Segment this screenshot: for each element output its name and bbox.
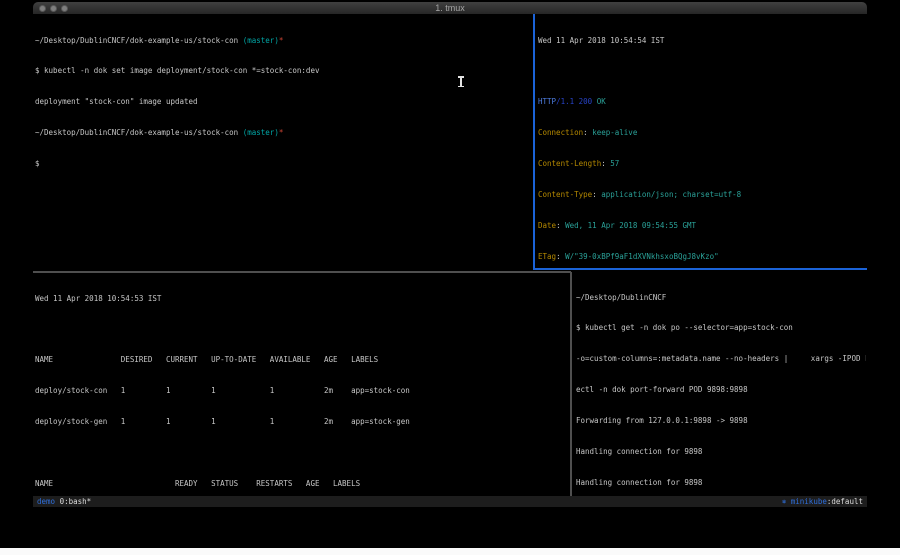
close-button[interactable] xyxy=(39,5,46,12)
session-name: demo xyxy=(37,497,55,506)
kube-helm-icon: ⎈ xyxy=(782,497,791,506)
git-branch: (master) xyxy=(243,36,279,45)
http-keyword: HTTP xyxy=(538,97,556,106)
pods-header: NAME READY STATUS RESTARTS AGE LABELS xyxy=(35,479,569,489)
deployments-header: NAME DESIRED CURRENT UP-TO-DATE AVAILABL… xyxy=(35,355,569,365)
kube-namespace: default xyxy=(831,497,863,506)
prompt-path: ~/Desktop/DublinCNCF/dok-example-us/stoc… xyxy=(35,36,243,45)
git-dirty-flag: * xyxy=(279,36,284,45)
git-branch: (master) xyxy=(243,128,279,137)
kube-cluster: minikube xyxy=(791,497,827,506)
prompt-line: ~/Desktop/DublinCNCF/dok-example-us/stoc… xyxy=(35,36,531,46)
pane-divider-vertical-top[interactable] xyxy=(533,14,535,269)
http-header-line: Date: Wed, 11 Apr 2018 09:54:55 GMT xyxy=(538,221,866,231)
command-line: $ kubectl get -n dok po --selector=app=s… xyxy=(576,323,866,333)
prompt-line: ~/Desktop/DublinCNCF xyxy=(576,293,866,303)
http-header-line: Content-Type: application/json; charset=… xyxy=(538,190,866,200)
prompt-line: ~/Desktop/DublinCNCF/dok-example-us/stoc… xyxy=(35,128,531,138)
output-line: deployment "stock-con" image updated xyxy=(35,97,531,107)
http-reason: OK xyxy=(597,97,606,106)
http-header-line: Content-Length: 57 xyxy=(538,159,866,169)
terminal-screen: 1. tmux ~/Desktop/DublinCNCF/dok-example… xyxy=(0,0,900,548)
pane-top-right[interactable]: Wed 11 Apr 2018 10:54:54 IST HTTP/1.1 20… xyxy=(538,15,866,266)
blank-line xyxy=(35,324,569,334)
http-version: /1.1 200 xyxy=(556,97,597,106)
git-dirty-flag: * xyxy=(279,128,284,137)
timestamp: Wed 11 Apr 2018 10:54:53 IST xyxy=(35,294,569,304)
prompt-line: $ xyxy=(35,159,531,169)
blank-line xyxy=(538,66,866,76)
pane-bottom-left[interactable]: Wed 11 Apr 2018 10:54:53 IST NAME DESIRE… xyxy=(35,273,569,494)
http-status-line: HTTP/1.1 200 OK xyxy=(538,97,866,107)
deployments-row: deploy/stock-gen 1 1 1 1 2m app=stock-ge… xyxy=(35,417,569,427)
http-header-line: ETag: W/"39-0xBPf9aF1dXVNkhsxoBQgJ8vKzo" xyxy=(538,252,866,262)
deployments-row: deploy/stock-con 1 1 1 1 2m app=stock-co… xyxy=(35,386,569,396)
window-title: 1. tmux xyxy=(33,2,867,14)
prompt-path: ~/Desktop/DublinCNCF/dok-example-us/stoc… xyxy=(35,128,243,137)
minimize-button[interactable] xyxy=(50,5,57,12)
window-titlebar: 1. tmux xyxy=(33,2,867,14)
command-line: -o=custom-columns=:metadata.name --no-he… xyxy=(576,354,866,364)
status-left: demo 0:bash* xyxy=(37,496,91,507)
tmux-status-bar: demo 0:bash* ⎈ minikube:default xyxy=(33,496,867,507)
http-header-line: Connection: keep-alive xyxy=(538,128,866,138)
mouse-ibeam-pointer xyxy=(458,76,464,87)
status-right: ⎈ minikube:default xyxy=(782,496,863,507)
output-line: Forwarding from 127.0.0.1:9898 -> 9898 xyxy=(576,416,866,426)
pane-divider-horizontal-right[interactable] xyxy=(533,268,867,270)
pane-top-left[interactable]: ~/Desktop/DublinCNCF/dok-example-us/stoc… xyxy=(35,15,531,269)
output-line: Handling connection for 9898 xyxy=(576,478,866,488)
command-line: $ kubectl -n dok set image deployment/st… xyxy=(35,66,531,76)
traffic-lights xyxy=(39,5,68,12)
timestamp: Wed 11 Apr 2018 10:54:54 IST xyxy=(538,36,866,46)
pane-divider-horizontal-left[interactable] xyxy=(33,271,571,273)
zoom-button[interactable] xyxy=(61,5,68,12)
blank-line xyxy=(35,448,569,458)
page-background-strip xyxy=(0,548,900,555)
command-line: ectl -n dok port-forward POD 9898:9898 xyxy=(576,385,866,395)
pane-divider-vertical-bottom[interactable] xyxy=(570,272,572,496)
window-label[interactable]: 0:bash* xyxy=(60,497,92,506)
output-line: Handling connection for 9898 xyxy=(576,447,866,457)
pane-bottom-right[interactable]: ~/Desktop/DublinCNCF $ kubectl get -n do… xyxy=(576,272,866,494)
